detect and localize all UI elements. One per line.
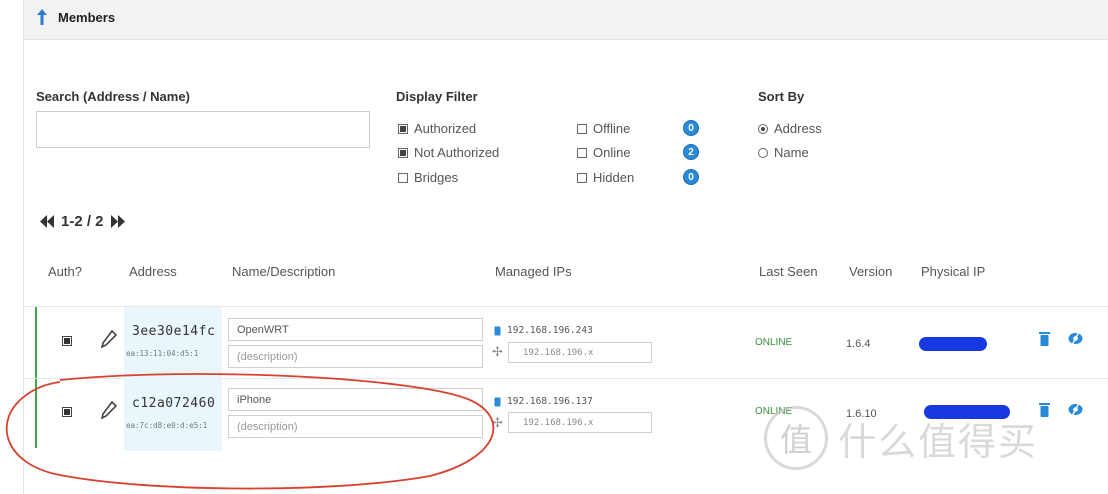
filter-authorized[interactable]: Authorized (398, 121, 476, 136)
member-description-input[interactable]: (description) (228, 345, 483, 368)
trash-small-icon[interactable] (494, 325, 501, 336)
pager-text: 1-2 / 2 (61, 213, 104, 230)
add-ip-icon[interactable]: ✢ (492, 344, 503, 360)
trash-icon[interactable] (1039, 331, 1050, 346)
filter-hidden-label: Hidden (593, 170, 635, 185)
header-name-description[interactable]: Name/Description (232, 264, 335, 279)
header-physical-ip[interactable]: Physical IP (921, 264, 985, 279)
ip-input[interactable]: 192.168.196.x (508, 412, 652, 433)
watermark: 值 什么值得买 (764, 406, 1038, 470)
search-input[interactable] (36, 111, 370, 148)
sort-address[interactable]: Address (758, 121, 822, 136)
last-page-icon[interactable] (110, 215, 126, 228)
online-count-badge: 2 (683, 144, 699, 160)
display-filter-label: Display Filter (396, 89, 478, 104)
bridges-checkbox[interactable] (398, 172, 408, 183)
header-managed-ips[interactable]: Managed IPs (495, 264, 572, 279)
watermark-text: 什么值得买 (838, 419, 1039, 464)
header-last-seen[interactable]: Last Seen (759, 264, 818, 279)
pager: 1-2 / 2 (39, 213, 126, 230)
search-label: Search (Address / Name) (36, 89, 190, 104)
members-header[interactable]: Members (24, 0, 1108, 40)
filter-online-label: Online (593, 145, 631, 160)
watermark-logo: 值 (764, 406, 828, 470)
version: 1.6.4 (846, 338, 871, 350)
hidden-count-badge: 0 (683, 169, 699, 185)
sort-address-radio[interactable] (758, 123, 768, 134)
sort-name-radio[interactable] (758, 147, 768, 158)
first-page-icon[interactable] (39, 215, 55, 228)
sort-name-label: Name (774, 145, 809, 160)
filter-hidden[interactable]: Hidden (577, 170, 634, 185)
members-title: Members (58, 10, 116, 25)
managed-ip: 192.168.196.243 (494, 325, 593, 336)
sort-address-label: Address (774, 121, 822, 136)
filter-offline[interactable]: Offline (577, 121, 630, 136)
online-checkbox[interactable] (577, 147, 587, 158)
managed-ip-value: 192.168.196.243 (507, 325, 593, 336)
hidden-checkbox[interactable] (577, 172, 587, 183)
last-seen: ONLINE (755, 337, 793, 348)
auth-checkbox[interactable] (62, 336, 72, 346)
authorized-checkbox[interactable] (398, 123, 408, 134)
member-mac: ea:13:11:04:d5:1 (126, 349, 199, 358)
member-address: 3ee30e14fc (132, 324, 216, 339)
arrow-up-icon (37, 9, 47, 25)
sort-name[interactable]: Name (758, 145, 809, 160)
header-version[interactable]: Version (849, 264, 892, 279)
member-address-cell: 3ee30e14fc ea:13:11:04:d5:1 (124, 307, 222, 379)
hide-eye-icon[interactable] (1068, 403, 1083, 416)
annotation-circle (5, 373, 495, 490)
filter-authorized-label: Authorized (414, 121, 477, 136)
filter-bridges-label: Bridges (414, 170, 459, 185)
pencil-icon[interactable] (101, 330, 117, 348)
offline-checkbox[interactable] (577, 123, 587, 134)
not-authorized-checkbox[interactable] (398, 147, 408, 158)
filter-not-authorized-label: Not Authorized (414, 145, 500, 160)
sort-by-label: Sort By (758, 89, 805, 104)
trash-icon[interactable] (1039, 402, 1050, 417)
offline-count-badge: 0 (683, 120, 699, 136)
hide-eye-icon[interactable] (1068, 332, 1083, 345)
filter-online[interactable]: Online (577, 145, 631, 160)
ip-input[interactable]: 192.168.196.x (508, 342, 652, 363)
header-address[interactable]: Address (129, 264, 177, 279)
row-status-bar (35, 307, 37, 378)
filter-bridges[interactable]: Bridges (398, 170, 458, 185)
filter-offline-label: Offline (593, 121, 631, 136)
member-name-input[interactable]: OpenWRT (228, 318, 483, 341)
filter-not-authorized[interactable]: Not Authorized (398, 145, 499, 160)
header-auth[interactable]: Auth? (48, 264, 82, 279)
redacted-physical-ip (919, 337, 987, 351)
